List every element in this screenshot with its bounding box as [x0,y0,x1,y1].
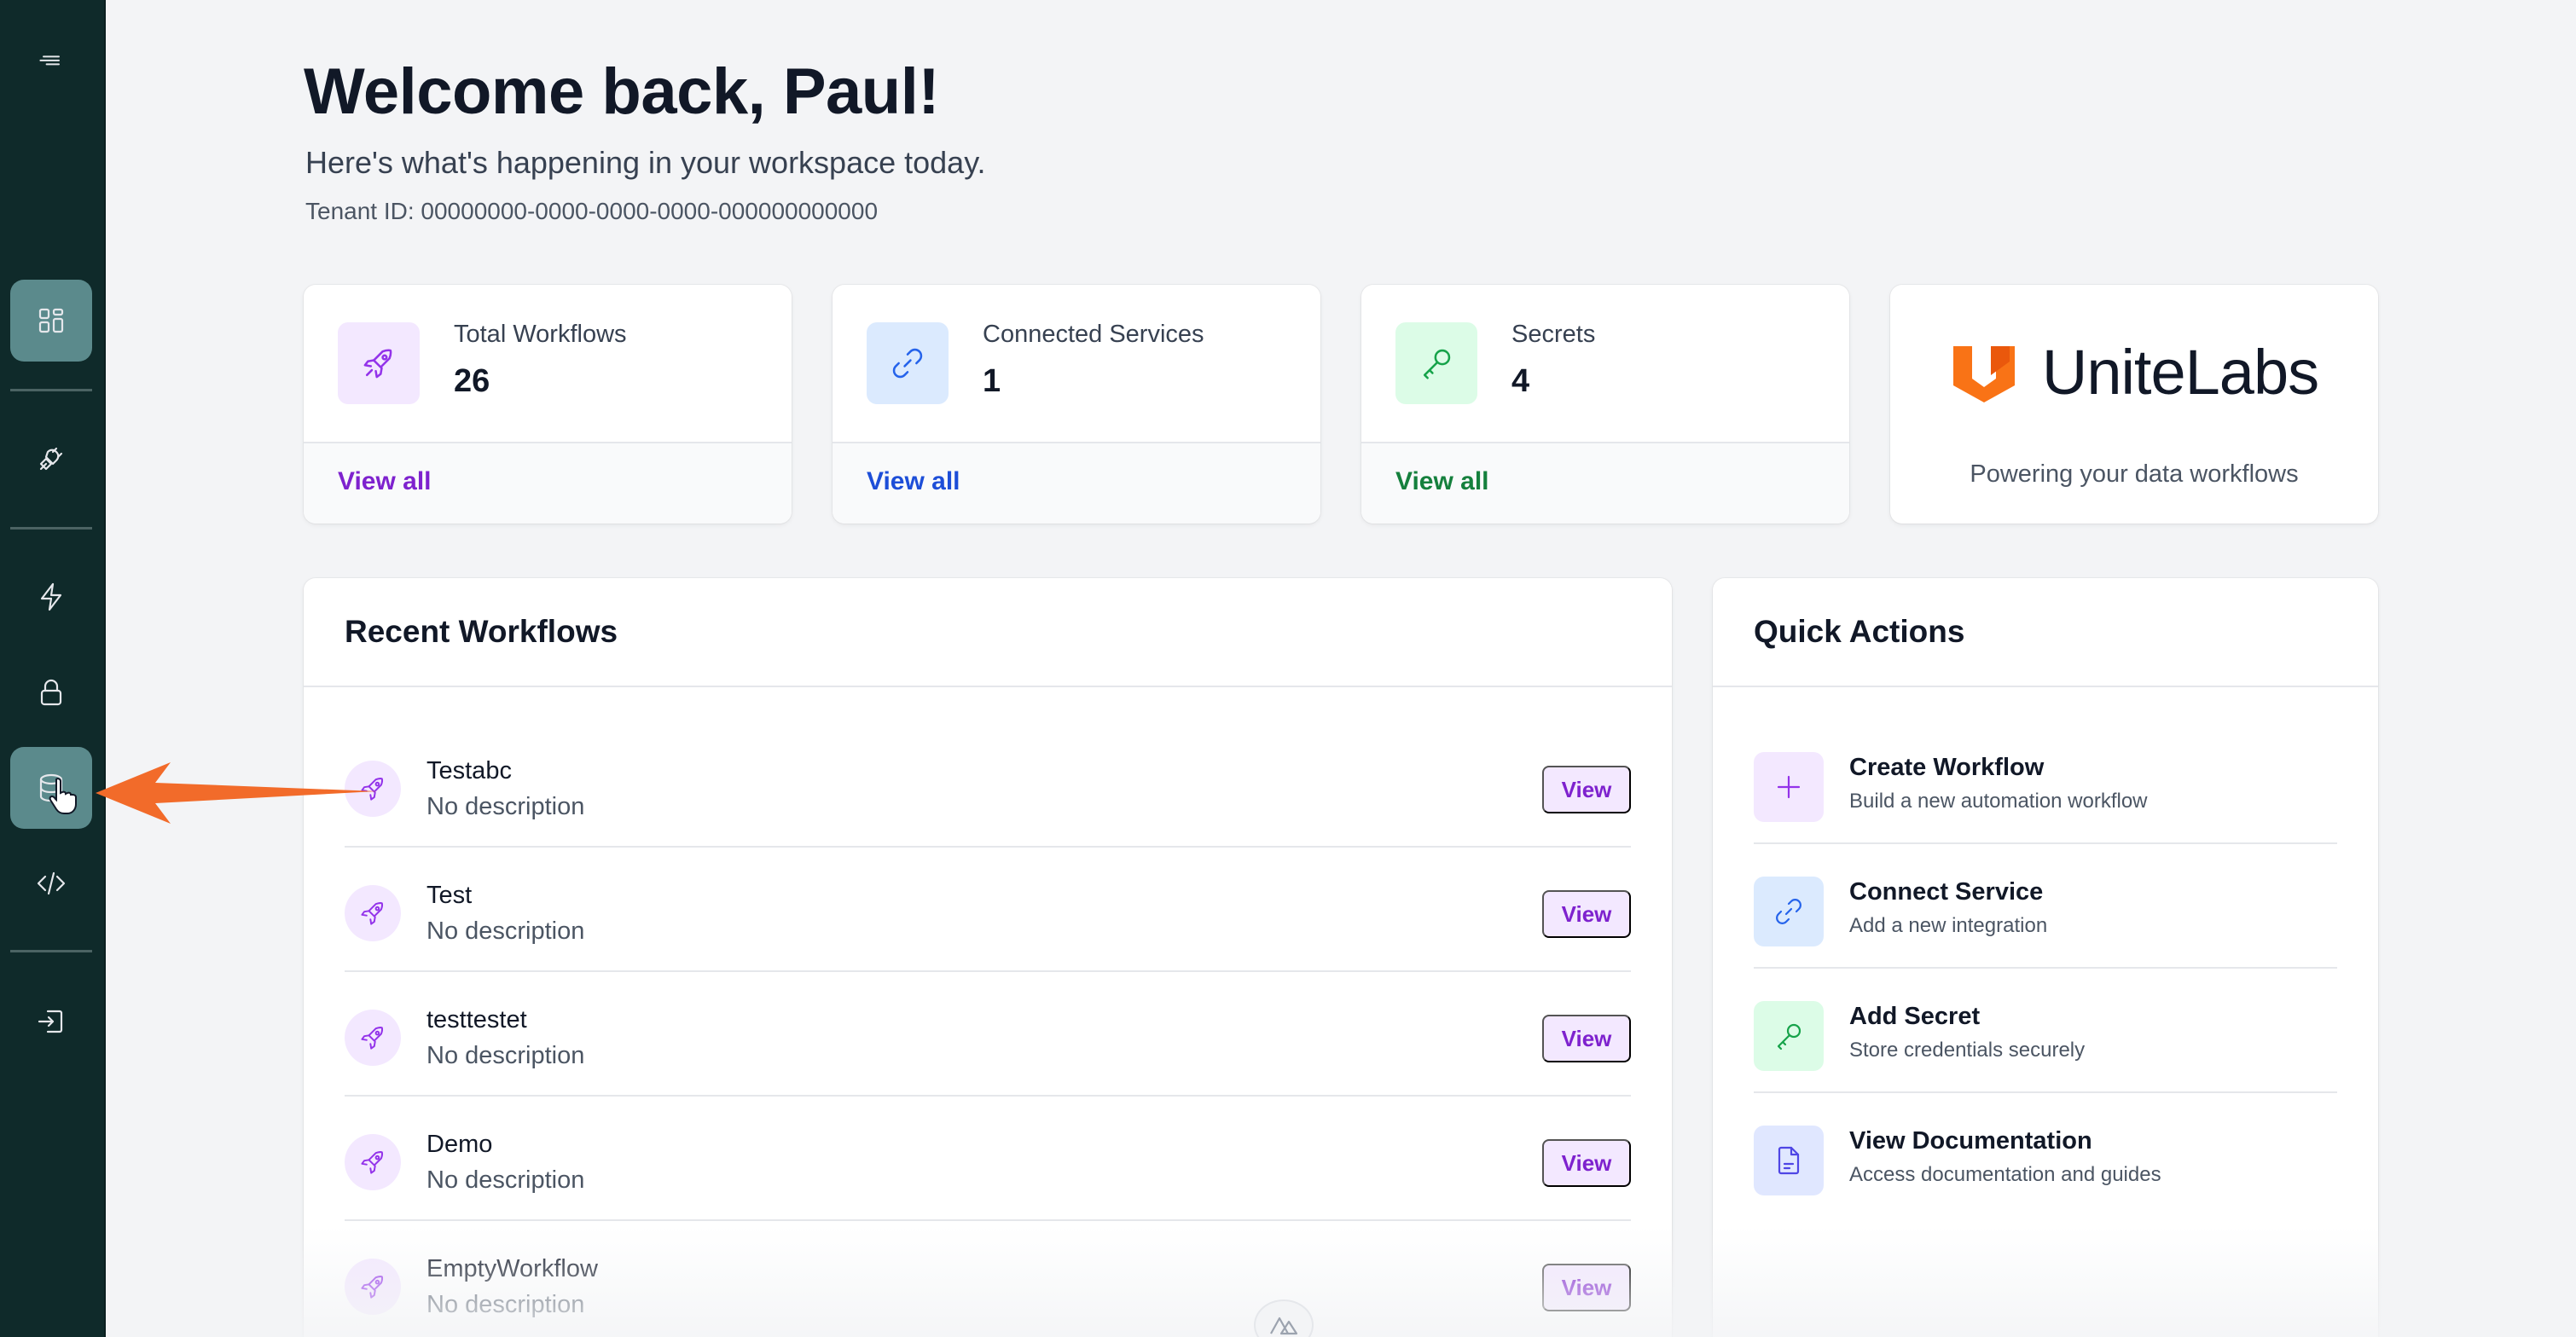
lightning-icon [40,582,62,611]
workflow-description: No description [426,1042,585,1069]
lock-icon [40,679,62,706]
nuxt-icon [1270,1317,1298,1335]
workflow-name: EmptyWorkflow [426,1255,598,1282]
sidebar-item-workflows[interactable] [10,556,92,638]
workflow-row: Demo No description View [345,1097,1631,1221]
stat-label: Connected Services [983,321,1204,348]
sidebar-item-api[interactable] [10,842,92,924]
menu-toggle-button[interactable] [10,19,92,101]
stat-card-services: Connected Services 1 View all [833,285,1320,524]
menu-icon [39,55,60,66]
tenant-id: Tenant ID: 00000000-0000-0000-0000-00000… [305,198,879,224]
brand-name: UniteLabs [2041,337,2319,408]
view-workflow-button[interactable]: View [1542,766,1631,813]
key-icon [1395,322,1477,404]
logout-button[interactable] [10,981,92,1062]
quick-action-description: Access documentation and guides [1849,1163,2161,1186]
unitelabs-logo [1952,345,2015,402]
quick-action-view-documentation[interactable]: View Documentation Access documentation … [1754,1093,2337,1218]
workflow-row: testtestet No description View [345,972,1631,1097]
quick-action-description: Add a new integration [1849,914,2048,937]
recent-workflows-panel: Recent Workflows Testabc No description … [304,578,1672,1337]
stat-label: Secrets [1511,321,1596,348]
sidebar [0,0,106,1337]
stat-value: 4 [1511,363,1530,399]
workflow-description: No description [426,793,585,820]
panel-title: Quick Actions [1754,614,1965,649]
workflow-row: EmptyWorkflow No description View [345,1221,1631,1337]
sidebar-item-connections[interactable] [10,418,92,500]
dashboard-icon [38,308,64,333]
sidebar-item-dashboard[interactable] [10,280,92,362]
code-icon [37,871,66,895]
rocket-icon [345,1010,401,1066]
view-all-services-link[interactable]: View all [867,467,960,496]
quick-action-create-workflow[interactable]: Create Workflow Build a new automation w… [1754,720,2337,844]
quick-action-title: Create Workflow [1849,754,2045,781]
annotation-arrow [96,762,377,824]
quick-action-title: View Documentation [1849,1127,2092,1155]
quick-action-description: Store credentials securely [1849,1039,2086,1062]
view-all-workflows-link[interactable]: View all [338,467,432,496]
brand-tagline: Powering your data workflows [1970,460,2299,488]
view-workflow-button[interactable]: View [1542,890,1631,938]
rocket-icon [338,322,420,404]
quick-action-title: Connect Service [1849,878,2044,906]
rocket-icon [345,1259,401,1315]
view-workflow-button[interactable]: View [1542,1139,1631,1187]
stat-value: 1 [983,363,1001,399]
workflow-name: testtestet [426,1006,527,1033]
view-workflow-button[interactable]: View [1542,1264,1631,1311]
page-title: Welcome back, Paul! [304,55,940,128]
quick-action-title: Add Secret [1849,1003,1981,1030]
stat-card-workflows: Total Workflows 26 View all [304,285,792,524]
stat-label: Total Workflows [454,321,627,348]
logout-icon [38,1010,63,1033]
rocket-icon [345,885,401,941]
sidebar-item-secrets[interactable] [10,651,92,733]
key-icon [1754,1001,1824,1071]
divider [304,686,1672,687]
sidebar-divider [10,389,92,391]
divider [1713,686,2378,687]
stat-card-secrets: Secrets 4 View all [1361,285,1849,524]
plug-icon [39,447,63,471]
panel-title: Recent Workflows [345,614,618,649]
workflow-description: No description [426,917,585,945]
hand-cursor-icon [49,778,77,814]
workflow-description: No description [426,1166,585,1194]
stat-value: 26 [454,363,490,399]
workflow-name: Testabc [426,757,512,784]
workflow-description: No description [426,1291,585,1318]
view-all-secrets-link[interactable]: View all [1395,467,1489,496]
workflow-name: Test [426,882,473,909]
link-icon [1754,877,1824,946]
quick-actions-panel: Quick Actions Create Workflow Build a ne… [1713,578,2378,1337]
workflow-name: Demo [426,1131,493,1158]
workflow-row: Test No description View [345,848,1631,972]
brand-card: UniteLabs Powering your data workflows [1890,285,2378,524]
page-subtitle: Here's what's happening in your workspac… [305,145,986,180]
sidebar-divider [10,950,92,952]
link-icon [867,322,949,404]
quick-action-add-secret[interactable]: Add Secret Store credentials securely [1754,969,2337,1093]
sidebar-divider [10,527,92,530]
view-workflow-button[interactable]: View [1542,1015,1631,1062]
main-content: Welcome back, Paul! Here's what's happen… [106,0,2576,1337]
quick-action-connect-service[interactable]: Connect Service Add a new integration [1754,844,2337,969]
plus-icon [1754,752,1824,822]
workflow-row: Testabc No description View [345,723,1631,848]
document-icon [1754,1126,1824,1195]
rocket-icon [345,1134,401,1190]
quick-action-description: Build a new automation workflow [1849,790,2148,813]
